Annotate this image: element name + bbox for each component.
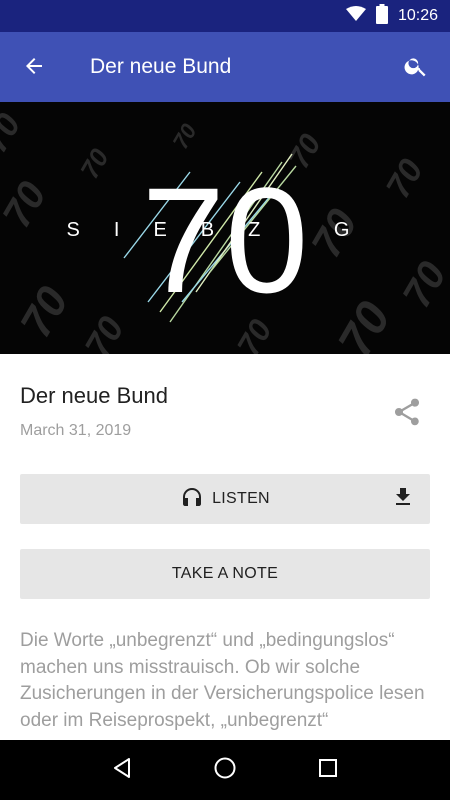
svg-text:70: 70 [0,107,28,159]
cover-word: SIEBZIG [67,219,384,241]
listen-label: LISTEN [212,490,270,507]
nav-back-button[interactable] [98,746,146,794]
back-button[interactable] [18,52,50,84]
headphones-icon [180,485,204,514]
arrow-left-icon [22,54,46,83]
home-circle-icon [213,756,237,785]
svg-text:70: 70 [11,278,78,345]
svg-text:70: 70 [0,175,55,236]
nav-recents-button[interactable] [304,746,352,794]
status-bar: 10:26 [0,0,450,32]
app-bar: Der neue Bund [0,32,450,102]
download-button[interactable] [390,486,416,512]
status-icons: 10:26 [345,0,438,32]
wifi-icon [345,5,366,27]
search-button[interactable] [400,52,432,84]
svg-text:70: 70 [329,293,402,354]
svg-text:70: 70 [74,143,115,184]
page-title: Der neue Bund [90,55,232,78]
status-time: 10:26 [397,7,438,24]
take-a-note-label: TAKE A NOTE [171,565,279,582]
share-icon [391,396,423,433]
svg-text:70: 70 [379,153,431,205]
episode-description: Die Worte „unbegrenzt“ und „bedingungslo… [20,630,425,731]
svg-text:70: 70 [76,309,132,354]
episode-cover-image: 70 70 70 70 70 70 70 70 70 70 70 70 70 S… [0,102,450,354]
listen-button[interactable]: LISTEN [20,474,430,524]
recents-square-icon [317,757,339,784]
episode-date: March 31, 2019 [20,422,132,439]
episode-title: Der neue Bund [20,383,168,408]
back-triangle-icon [111,757,133,784]
battery-icon [375,3,388,29]
svg-text:70: 70 [168,119,202,153]
share-button[interactable] [390,397,424,431]
take-a-note-button[interactable]: TAKE A NOTE [20,549,430,599]
system-navigation-bar [0,740,450,800]
search-icon [403,53,429,84]
cover-artwork: 70 70 70 70 70 70 70 70 70 70 70 70 70 S… [0,107,450,354]
download-icon [391,485,415,514]
listen-button-content: LISTEN [180,485,270,514]
nav-home-button[interactable] [201,746,249,794]
svg-text:70: 70 [395,255,450,316]
